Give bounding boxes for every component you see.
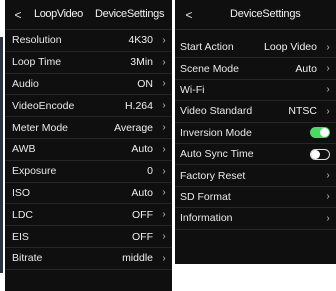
setting-value: Auto: [131, 143, 153, 156]
device-settings-list: Start Action Loop Video › Scene Mode Auto › Wi…: [175, 37, 336, 230]
right-header: < DeviceSettings: [175, 0, 336, 30]
toggle-knob: [320, 128, 329, 138]
chevron-right-icon: ›: [326, 105, 330, 117]
setting-row-inversion-mode[interactable]: Inversion Mode: [175, 123, 336, 144]
page-title: DeviceSettings: [230, 8, 301, 20]
setting-label: Resolution: [12, 34, 62, 47]
setting-row-ldc[interactable]: LDC OFF ›: [5, 204, 172, 227]
setting-row-eis[interactable]: EIS OFF ›: [5, 226, 172, 248]
chevron-right-icon: ›: [162, 143, 166, 155]
setting-label: Video Standard: [180, 105, 253, 118]
setting-label: Exposure: [12, 165, 57, 178]
setting-value: Auto: [295, 62, 317, 75]
setting-row-exposure[interactable]: Exposure 0 ›: [5, 161, 172, 183]
setting-value: NTSC: [288, 105, 317, 118]
chevron-right-icon: ›: [162, 165, 166, 177]
header-divider: [175, 29, 336, 30]
toggle-switch[interactable]: [310, 148, 330, 160]
toggle-switch[interactable]: [310, 127, 330, 139]
chevron-right-icon: ›: [162, 231, 166, 243]
left-header: < LoopVideo DeviceSettings: [5, 0, 172, 30]
chevron-right-icon: ›: [162, 122, 166, 134]
setting-label: VideoEncode: [12, 99, 75, 112]
loop-video-settings-list: Resolution 4K30 › Loop Time 3Min › Audio ON › Vid…: [5, 30, 172, 270]
setting-row-information[interactable]: Information ›: [175, 208, 336, 230]
setting-row-video-standard[interactable]: Video Standard NTSC ›: [175, 101, 336, 123]
setting-value: OFF: [132, 230, 153, 243]
back-icon[interactable]: <: [184, 8, 194, 22]
setting-label: Inversion Mode: [180, 126, 252, 139]
setting-label: EIS: [12, 230, 29, 243]
setting-label: Loop Time: [12, 56, 62, 69]
chevron-right-icon: ›: [162, 252, 166, 264]
setting-row-sd-format[interactable]: SD Format ›: [175, 187, 336, 209]
setting-row-factory-reset[interactable]: Factory Reset ›: [175, 165, 336, 187]
device-settings-panel: < DeviceSettings Start Action Loop Video ›…: [175, 0, 336, 264]
setting-value: H.264: [124, 99, 153, 112]
chevron-right-icon: ›: [326, 191, 330, 203]
setting-label: LDC: [12, 208, 34, 221]
setting-value: Average: [114, 121, 153, 134]
setting-label: Wi-Fi: [180, 83, 205, 96]
loop-video-settings-panel: < LoopVideo DeviceSettings Resolution 4K3…: [5, 0, 172, 291]
back-icon[interactable]: <: [13, 8, 23, 22]
setting-row-resolution[interactable]: Resolution 4K30 ›: [5, 30, 172, 52]
toggle-knob: [311, 149, 320, 159]
setting-label: Scene Mode: [180, 62, 239, 75]
setting-label: SD Format: [180, 190, 231, 203]
chevron-right-icon: ›: [162, 56, 166, 68]
setting-row-iso[interactable]: ISO Auto ›: [5, 183, 172, 205]
setting-row-meter-mode[interactable]: Meter Mode Average ›: [5, 117, 172, 139]
chevron-right-icon: ›: [162, 78, 166, 90]
chevron-right-icon: ›: [326, 212, 330, 224]
setting-value: middle: [122, 252, 153, 265]
setting-value: 3Min: [130, 56, 153, 69]
chevron-right-icon: ›: [326, 41, 330, 53]
setting-value: ON: [137, 77, 153, 90]
setting-label: AWB: [12, 143, 36, 156]
setting-row-videoencode[interactable]: VideoEncode H.264 ›: [5, 95, 172, 118]
chevron-right-icon: ›: [162, 100, 166, 112]
setting-label: Information: [180, 212, 233, 225]
chevron-right-icon: ›: [326, 63, 330, 75]
chevron-right-icon: ›: [162, 34, 166, 46]
setting-label: Bitrate: [12, 252, 43, 265]
setting-row-bitrate[interactable]: Bitrate middle ›: [5, 248, 172, 270]
chevron-right-icon: ›: [326, 170, 330, 182]
chevron-right-icon: ›: [162, 209, 166, 221]
setting-label: Auto Sync Time: [180, 148, 254, 161]
setting-row-start-action[interactable]: Start Action Loop Video ›: [175, 37, 336, 59]
setting-label: Factory Reset: [180, 169, 246, 182]
setting-value: Auto: [131, 186, 153, 199]
tab-device-settings[interactable]: DeviceSettings: [95, 8, 164, 20]
setting-label: Meter Mode: [12, 121, 69, 134]
setting-row-wi-fi[interactable]: Wi-Fi ›: [175, 80, 336, 102]
setting-row-awb[interactable]: AWB Auto ›: [5, 139, 172, 161]
setting-value: 0: [147, 165, 153, 178]
setting-row-auto-sync-time[interactable]: Auto Sync Time: [175, 144, 336, 166]
setting-label: Audio: [12, 77, 39, 90]
setting-label: Start Action: [180, 41, 234, 54]
setting-row-audio[interactable]: Audio ON ›: [5, 74, 172, 96]
setting-row-scene-mode[interactable]: Scene Mode Auto ›: [175, 58, 336, 80]
setting-label: ISO: [12, 186, 31, 199]
setting-value: OFF: [132, 208, 153, 221]
chevron-right-icon: ›: [162, 187, 166, 199]
setting-row-loop-time[interactable]: Loop Time 3Min ›: [5, 52, 172, 74]
tab-loop-video[interactable]: LoopVideo: [34, 8, 83, 20]
setting-value: 4K30: [128, 34, 153, 47]
setting-value: Loop Video: [264, 41, 317, 54]
left-edge-strip: [0, 37, 3, 273]
chevron-right-icon: ›: [326, 84, 330, 96]
